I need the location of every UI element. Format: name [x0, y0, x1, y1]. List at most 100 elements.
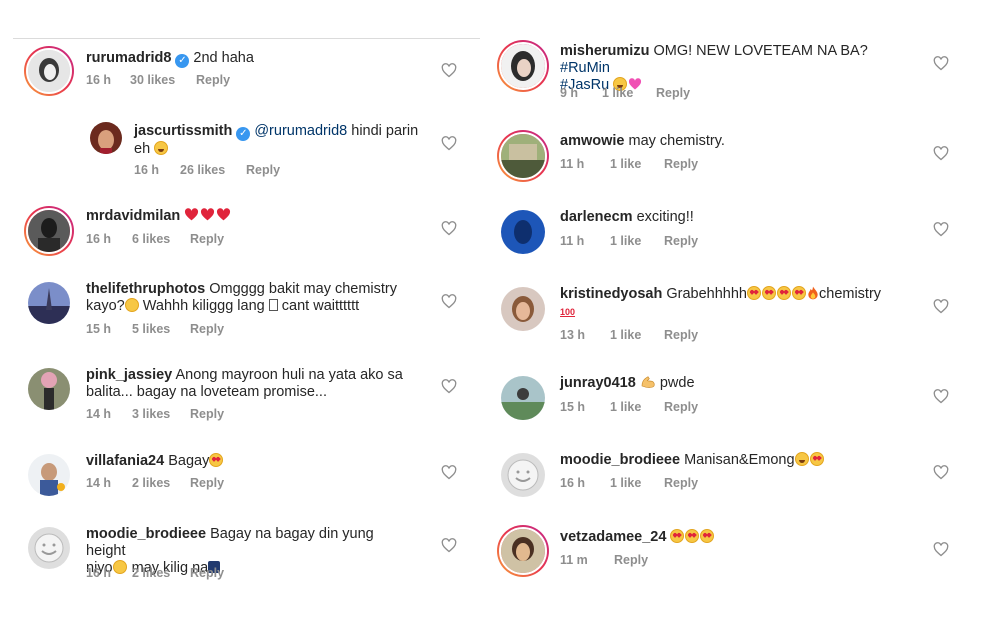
- avatar[interactable]: [24, 206, 74, 256]
- red-heart-emoji-icon: [185, 208, 199, 221]
- likes-count[interactable]: 3 likes: [132, 407, 190, 421]
- reply-button[interactable]: Reply: [614, 553, 648, 567]
- comment-text: vetzadamee_24: [560, 529, 715, 546]
- likes-count[interactable]: 1 like: [610, 476, 664, 490]
- comment-body: Anong mayroon huli na yata ako sa: [175, 367, 403, 383]
- reply-button[interactable]: Reply: [664, 234, 698, 248]
- heart-eyes-emoji-icon: [685, 529, 700, 543]
- username[interactable]: thelifethruphotos: [86, 281, 205, 297]
- heart-outline-icon[interactable]: [933, 465, 949, 480]
- heart-eyes-emoji-icon: [809, 452, 824, 466]
- username[interactable]: rurumadrid8: [86, 50, 171, 66]
- comment-body: Grabehhhhh: [666, 286, 747, 302]
- reply-button[interactable]: Reply: [664, 328, 698, 342]
- heart-outline-icon[interactable]: [933, 542, 949, 557]
- heart-outline-icon[interactable]: [933, 222, 949, 237]
- avatar[interactable]: [28, 368, 70, 410]
- likes-count[interactable]: 1 like: [610, 234, 664, 248]
- username[interactable]: darlenecm: [560, 209, 633, 225]
- username[interactable]: moodie_brodieee: [86, 526, 206, 542]
- verified-badge-icon: ✓: [175, 54, 190, 68]
- reply-button[interactable]: Reply: [664, 476, 698, 490]
- smiling-emoji-icon: [794, 452, 809, 466]
- comment-meta: 14 h 2 likes Reply: [86, 476, 224, 490]
- avatar[interactable]: [497, 40, 549, 92]
- timestamp: 16 h: [134, 163, 160, 177]
- likes-count[interactable]: 5 likes: [132, 322, 190, 336]
- avatar[interactable]: [501, 210, 545, 254]
- red-heart-emoji-icon: [217, 208, 231, 221]
- comment-body: OMG! NEW LOVETEAM NA BA?: [653, 43, 868, 59]
- heart-outline-icon[interactable]: [441, 538, 457, 553]
- heart-outline-icon[interactable]: [441, 136, 457, 151]
- top-divider: [13, 38, 480, 39]
- comment-meta: 16 h 1 like Reply: [560, 476, 698, 490]
- heart-outline-icon[interactable]: [933, 389, 949, 404]
- heart-eyes-emoji-icon: [792, 286, 806, 300]
- avatar[interactable]: [28, 454, 70, 496]
- timestamp: 13 h: [560, 328, 586, 342]
- heart-eyes-emoji-icon: [762, 286, 776, 300]
- likes-count[interactable]: 30 likes: [130, 73, 196, 87]
- username[interactable]: jascurtissmith: [134, 123, 232, 139]
- avatar[interactable]: [501, 453, 545, 497]
- heart-outline-icon[interactable]: [933, 299, 949, 314]
- likes-count[interactable]: 2 likes: [132, 566, 190, 580]
- reply-button[interactable]: Reply: [656, 86, 690, 100]
- timestamp: 11 h: [560, 234, 585, 248]
- username[interactable]: pink_jassiey: [86, 367, 172, 383]
- avatar[interactable]: [24, 46, 74, 96]
- likes-count[interactable]: 1 like: [610, 328, 664, 342]
- heart-outline-icon[interactable]: [933, 56, 949, 71]
- mention-link[interactable]: @rurumadrid8: [254, 123, 347, 139]
- reply-button[interactable]: Reply: [190, 476, 224, 490]
- heart-outline-icon[interactable]: [441, 63, 457, 78]
- reply-button[interactable]: Reply: [196, 73, 230, 87]
- likes-count[interactable]: 26 likes: [180, 163, 246, 177]
- heart-outline-icon[interactable]: [441, 379, 457, 394]
- verified-badge-icon: ✓: [236, 127, 251, 141]
- timestamp: 11 m: [560, 553, 588, 567]
- reply-button[interactable]: Reply: [246, 163, 280, 177]
- comment-meta: 11 h 1 like Reply: [560, 157, 698, 171]
- comment-meta: 15 h 1 like Reply: [560, 400, 698, 414]
- reply-button[interactable]: Reply: [664, 157, 698, 171]
- username[interactable]: moodie_brodieee: [560, 452, 680, 468]
- username[interactable]: kristinedyosah: [560, 286, 662, 302]
- heart-eyes-emoji-icon: [747, 286, 761, 300]
- reply-button[interactable]: Reply: [190, 566, 224, 580]
- username[interactable]: junray0418: [560, 375, 636, 391]
- avatar[interactable]: [501, 376, 545, 420]
- heart-outline-icon[interactable]: [441, 294, 457, 309]
- timestamp: 16 h: [86, 566, 112, 580]
- likes-count[interactable]: 1 like: [602, 86, 656, 100]
- username[interactable]: mrdavidmilan: [86, 208, 180, 224]
- avatar[interactable]: [28, 282, 70, 324]
- username[interactable]: villafania24: [86, 453, 164, 469]
- likes-count[interactable]: 1 like: [610, 400, 664, 414]
- reply-button[interactable]: Reply: [190, 322, 224, 336]
- reply-button[interactable]: Reply: [190, 232, 224, 246]
- reply-button[interactable]: Reply: [190, 407, 224, 421]
- likes-count[interactable]: 2 likes: [132, 476, 190, 490]
- username[interactable]: amwowie: [560, 133, 624, 149]
- timestamp: 14 h: [86, 407, 112, 421]
- avatar[interactable]: [497, 130, 549, 182]
- heart-outline-icon[interactable]: [441, 465, 457, 480]
- avatar[interactable]: [28, 527, 70, 569]
- username[interactable]: vetzadamee_24: [560, 529, 666, 545]
- reply-button[interactable]: Reply: [664, 400, 698, 414]
- avatar[interactable]: [90, 122, 122, 154]
- comment-body-part2: chemistry: [819, 286, 882, 302]
- likes-count[interactable]: 6 likes: [132, 232, 190, 246]
- likes-count[interactable]: 1 like: [610, 157, 664, 171]
- avatar[interactable]: [497, 525, 549, 577]
- avatar[interactable]: [501, 287, 545, 331]
- comment-body-line2b: Wahhh kiliggg lang: [142, 298, 265, 314]
- heart-outline-icon[interactable]: [441, 221, 457, 236]
- username[interactable]: misherumizu: [560, 43, 649, 59]
- comment-text: villafania24 Bagay: [86, 453, 224, 470]
- heart-outline-icon[interactable]: [933, 146, 949, 161]
- hashtag-link[interactable]: #RuMin: [560, 60, 610, 76]
- comment-text: mrdavidmilan: [86, 208, 232, 225]
